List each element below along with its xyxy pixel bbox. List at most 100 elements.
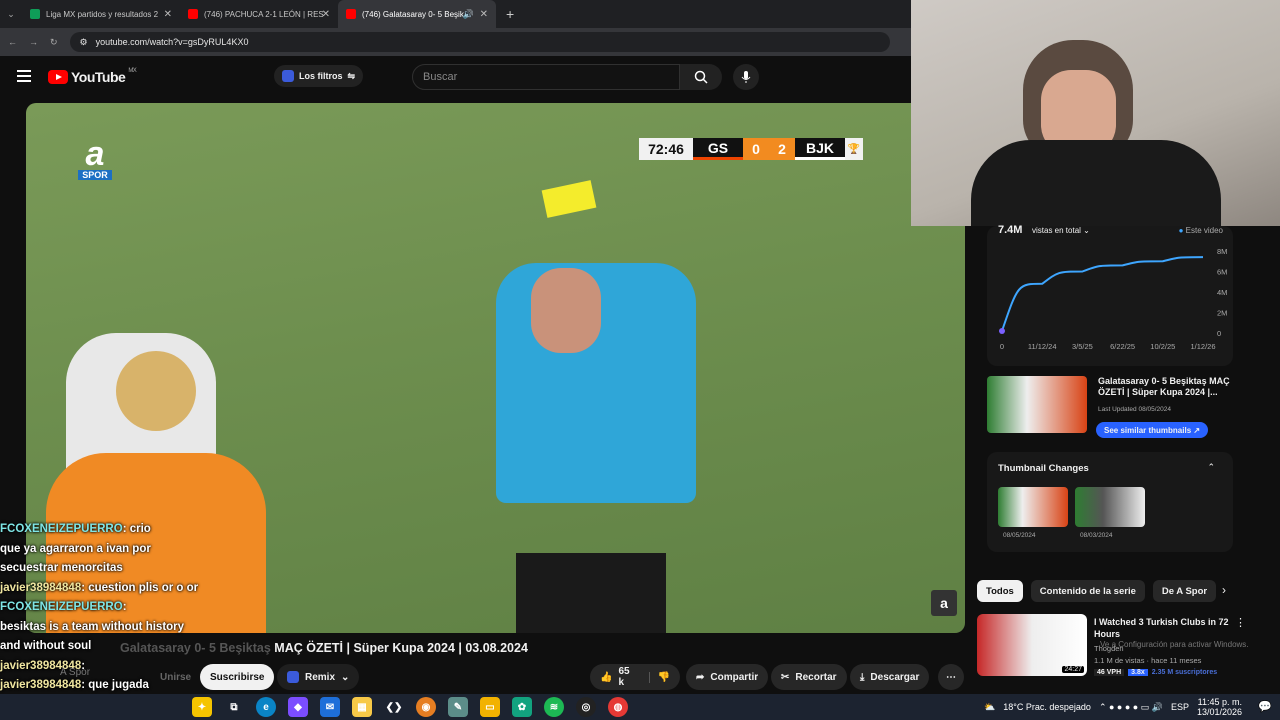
- clip-button[interactable]: ✂ Recortar: [771, 664, 847, 690]
- chat-message: FCOXENEIZEPUERRO:: [0, 601, 127, 613]
- thumbnail-changes-title: Thumbnail Changes: [998, 463, 1089, 474]
- url-field[interactable]: ⚙ youtube.com/watch?v=gsDyRUL4KX0: [69, 32, 890, 52]
- filters-label: Los filtros: [299, 71, 343, 81]
- task-view-icon[interactable]: ⧉: [224, 697, 244, 717]
- thumbnail-date: 08/03/2024: [1080, 532, 1113, 539]
- search-input[interactable]: Buscar: [412, 64, 680, 90]
- vph-badge: 46 VPH: [1094, 669, 1125, 676]
- like-count: 65 k: [618, 666, 630, 688]
- share-button[interactable]: ➦ Compartir: [686, 664, 769, 690]
- forward-icon[interactable]: →: [29, 37, 38, 47]
- home-score: 0: [743, 138, 769, 160]
- chrome-icon[interactable]: ◍: [608, 697, 628, 717]
- y-tick-label: 2M: [1217, 309, 1227, 318]
- address-bar: ← → ↻ ⚙ youtube.com/watch?v=gsDyRUL4KX0: [0, 28, 911, 56]
- filters-button[interactable]: Los filtros ⇋: [274, 65, 364, 87]
- join-button[interactable]: Unirse: [150, 664, 201, 690]
- edge-icon[interactable]: e: [256, 697, 276, 717]
- dislike-icon[interactable]: 👎: [648, 671, 670, 683]
- obs-icon[interactable]: ◎: [576, 697, 596, 717]
- related-card[interactable]: Galatasaray 0- 5 Beşiktaş MAÇ ÖZETİ | Sü…: [987, 372, 1233, 440]
- scissors-icon: ✂: [781, 671, 790, 683]
- copilot-icon[interactable]: ✦: [192, 697, 212, 717]
- extension-icon: [282, 70, 294, 82]
- tab-galatasaray[interactable]: (746) Galatasaray 0- 5 Beşik 🔊 ✕: [338, 0, 496, 28]
- related-updated: Last Updated 08/05/2024: [1098, 406, 1172, 413]
- youtube-favicon-icon: [188, 9, 198, 19]
- chip-series[interactable]: Contenido de la serie: [1030, 580, 1145, 602]
- total-views: 7.4M: [998, 224, 1023, 236]
- recommended-thumbnail[interactable]: 24:27: [977, 614, 1087, 676]
- youtube-play-icon: [48, 70, 68, 84]
- thumbnail-version[interactable]: [1075, 487, 1145, 527]
- chevron-down-icon: ⌄: [341, 671, 350, 683]
- like-dislike-group: 👍 65 k 👎: [590, 664, 680, 690]
- like-icon[interactable]: 👍: [600, 672, 612, 683]
- trophy-icon: 🏆: [845, 138, 863, 160]
- url-text: youtube.com/watch?v=gsDyRUL4KX0: [95, 37, 249, 47]
- tray-icons[interactable]: ⌃ ● ● ● ● ▭ 🔊: [1099, 702, 1163, 713]
- match-clock: 72:46: [639, 138, 693, 160]
- youtube-favicon-icon: [346, 9, 356, 19]
- search-icon: [694, 70, 708, 84]
- chat-message: javier38984848: cuestion plis or o or: [0, 581, 199, 594]
- related-thumbnail[interactable]: [987, 376, 1087, 433]
- channel-watermark[interactable]: a: [931, 590, 957, 616]
- subscribe-button[interactable]: Suscribirse: [200, 664, 275, 690]
- away-score: 2: [769, 138, 795, 160]
- system-tray: ⛅ 18°C Prac. despejado ⌃ ● ● ● ● ▭ 🔊 ESP…: [984, 694, 1242, 720]
- app-icon[interactable]: ◉: [416, 697, 436, 717]
- referee-head: [531, 268, 601, 353]
- a-spor-logo: a SPOR: [72, 137, 118, 188]
- copilot-app-icon[interactable]: ◆: [288, 697, 308, 717]
- back-icon[interactable]: ←: [8, 37, 17, 47]
- chip-all[interactable]: Todos: [977, 580, 1023, 602]
- store-icon[interactable]: ▦: [352, 697, 372, 717]
- chip-channel[interactable]: De A Spor: [1152, 580, 1217, 602]
- thumbnail-version[interactable]: [998, 487, 1068, 527]
- tab-liga-mx[interactable]: Liga MX partidos y resultados 2 ✕: [22, 0, 180, 28]
- logo-text: YouTube: [71, 69, 126, 85]
- chevron-right-icon[interactable]: ›: [1222, 583, 1226, 597]
- notifications-icon[interactable]: 💬: [1258, 700, 1272, 713]
- voice-search-button[interactable]: [733, 64, 759, 90]
- clock[interactable]: 11:45 p. m. 13/01/2026: [1197, 697, 1242, 717]
- tab-search-icon[interactable]: ⌄: [0, 9, 22, 20]
- search-button[interactable]: [680, 64, 722, 90]
- tab-pachuca[interactable]: (746) PACHUCA 2-1 LEÓN | RES ✕: [180, 0, 338, 28]
- remix-button[interactable]: Remix ⌄: [277, 664, 360, 690]
- close-tab-icon[interactable]: ✕: [164, 9, 172, 20]
- mail-icon[interactable]: ✉: [320, 697, 340, 717]
- youtube-logo[interactable]: YouTube MX: [48, 68, 137, 85]
- vscode-icon[interactable]: ❮❯: [384, 697, 404, 717]
- close-tab-icon[interactable]: ✕: [480, 9, 488, 20]
- share-icon: ➦: [696, 671, 705, 683]
- home-team: GS: [693, 138, 743, 160]
- download-button[interactable]: ⤓ Descargar: [850, 664, 930, 690]
- channel-name[interactable]: A Spor: [60, 667, 90, 678]
- similar-thumbnails-button[interactable]: See similar thumbnails ↗: [1096, 422, 1209, 438]
- streamer-shirt: [971, 140, 1221, 226]
- new-tab-button[interactable]: +: [506, 6, 514, 22]
- chat-message: FCOXENEIZEPUERRO: crio: [0, 523, 151, 535]
- thumbnail-date: 08/05/2024: [1003, 532, 1036, 539]
- language-indicator[interactable]: ESP: [1171, 702, 1189, 712]
- x-tick-label: 10/2/25: [1150, 342, 1175, 351]
- multiplier-badge: 3.8x: [1128, 669, 1148, 676]
- reload-icon[interactable]: ↻: [50, 37, 58, 48]
- file-explorer-icon[interactable]: ▭: [480, 697, 500, 717]
- more-actions-button[interactable]: ⋯: [938, 664, 964, 690]
- site-info-icon[interactable]: ⚙: [80, 37, 88, 48]
- menu-icon[interactable]: [17, 70, 31, 82]
- chatgpt-icon[interactable]: ✿: [512, 697, 532, 717]
- chevron-up-icon[interactable]: ⌃: [1207, 462, 1215, 473]
- speaker-icon[interactable]: 🔊: [463, 9, 474, 20]
- thumbnail-changes-card: Thumbnail Changes ⌃ 08/05/2024 08/03/202…: [987, 452, 1233, 552]
- notepad-icon[interactable]: ✎: [448, 697, 468, 717]
- youtube-header: YouTube MX Los filtros ⇋ Buscar: [0, 56, 911, 100]
- related-title: Galatasaray 0- 5 Beşiktaş MAÇ ÖZETİ | Sü…: [1098, 376, 1230, 397]
- spotify-icon[interactable]: ≋: [544, 697, 564, 717]
- close-tab-icon[interactable]: ✕: [322, 9, 330, 20]
- more-options-icon[interactable]: ⋮: [1235, 616, 1246, 629]
- weather-text: 18°C Prac. despejado: [1003, 702, 1091, 712]
